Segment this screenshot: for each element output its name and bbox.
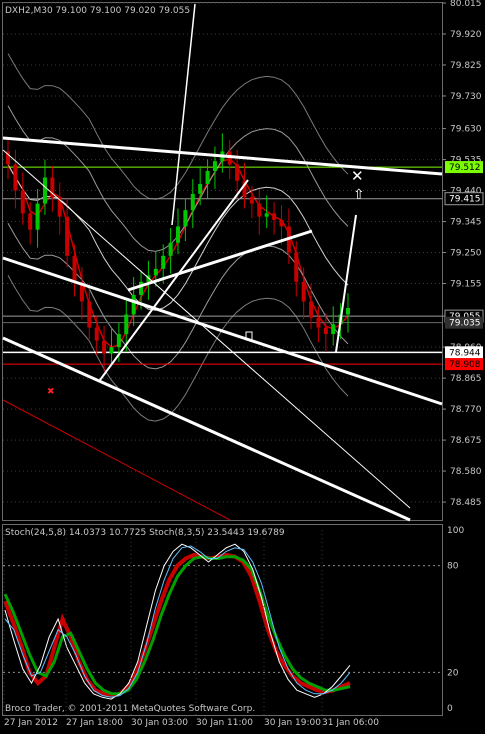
candle-body: [72, 255, 77, 282]
candle-body: [279, 219, 284, 227]
candle-body: [309, 301, 314, 318]
price-tag-label: 79.035: [449, 319, 481, 329]
candle-body: [346, 307, 350, 315]
target-x-marker: ✕: [351, 167, 364, 185]
candle-body: [301, 281, 306, 302]
price-tick-label: 78.485: [450, 498, 482, 508]
price-tick-label: 78.675: [450, 436, 482, 446]
price-tick-label: 79.920: [450, 30, 482, 40]
candle-body: [176, 226, 180, 243]
candle-body: [294, 252, 299, 282]
chart-background: [0, 0, 485, 734]
price-tag-label: 79.512: [449, 163, 481, 173]
candle-body: [109, 347, 114, 354]
stop-x-marker: ✖: [47, 387, 55, 397]
time-tick-label: 30 Jan 19:00: [264, 718, 321, 728]
time-tick-label: 31 Jan 06:00: [322, 718, 379, 728]
candle-body: [131, 294, 136, 315]
price-tick-label: 78.580: [450, 467, 482, 477]
candle-body: [116, 334, 121, 348]
price-tick-label: 79.155: [450, 280, 482, 290]
time-tick-label: 30 Jan 03:00: [131, 718, 188, 728]
price-tick-label: 78.770: [450, 405, 482, 415]
candle-body: [153, 268, 158, 276]
price-tick-label: 79.730: [450, 92, 482, 102]
candle-body: [198, 184, 203, 194]
candle-body: [235, 164, 240, 181]
candle-body: [35, 203, 40, 230]
candle-body: [13, 164, 18, 191]
candle-body: [65, 216, 70, 256]
stoch-tick-label: 0: [447, 704, 453, 714]
price-tick-label: 78.865: [450, 374, 482, 384]
time-tick-label: 27 Jan 18:00: [66, 718, 123, 728]
candle-body: [94, 327, 99, 341]
candle-body: [205, 170, 210, 185]
candle-body: [183, 210, 188, 227]
candle-body: [249, 197, 254, 204]
candle-body: [28, 213, 33, 230]
candle-body: [316, 317, 321, 328]
stoch-tick-label: 100: [447, 526, 464, 536]
price-tick-label: 80.015: [450, 0, 482, 9]
candle-body: [124, 314, 129, 335]
indicator-label: Stoch(24,5,8) 14.0373 10.7725 Stoch(8,3,…: [5, 528, 285, 538]
stoch-tick-label: 80: [447, 562, 459, 572]
candle-body: [87, 301, 92, 328]
candle-body: [190, 193, 195, 211]
price-tag-label: 78.944: [449, 348, 481, 358]
chart-window: ✕⇧✖ 80.01579.92079.82579.73079.63079.535…: [0, 0, 485, 734]
symbol-label: DXH2,M30 79.100 79.100 79.020 79.055: [5, 6, 190, 16]
candle-body: [20, 190, 25, 214]
candle-body: [257, 203, 262, 217]
price-tag-label: 79.415: [449, 195, 481, 205]
copyright-label: Broco Trader, © 2001-2011 MetaQuotes Sof…: [5, 704, 255, 714]
candle-body: [272, 213, 277, 220]
stoch-tick-label: 20: [447, 668, 459, 678]
candle-body: [42, 177, 47, 204]
price-tag-label: 78.908: [449, 360, 481, 370]
price-tick-label: 79.250: [450, 249, 482, 259]
time-tick-label: 30 Jan 11:00: [196, 718, 253, 728]
candle-body: [168, 242, 173, 256]
price-tick-label: 79.345: [450, 218, 482, 228]
candle-body: [161, 255, 166, 269]
candle-body: [331, 324, 336, 335]
price-tick-label: 79.825: [450, 61, 482, 71]
price-tick-label: 79.630: [450, 125, 482, 135]
candle-body: [264, 213, 269, 217]
time-tick-label: 27 Jan 2012: [4, 718, 58, 728]
candle-body: [323, 327, 328, 335]
up-arrow-marker: ⇧: [353, 187, 365, 203]
candle-body: [212, 161, 217, 171]
candle-body: [102, 340, 107, 354]
